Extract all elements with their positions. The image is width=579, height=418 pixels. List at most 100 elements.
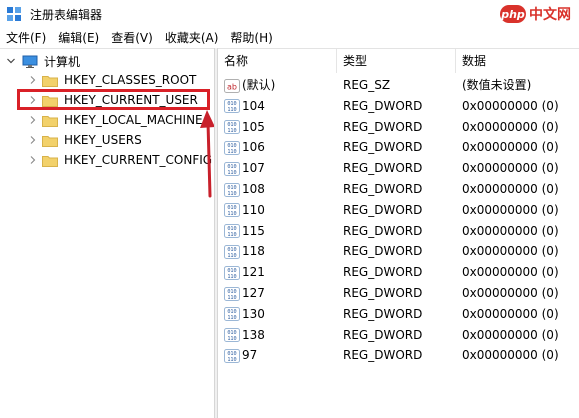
- value-row[interactable]: 010 110 115 REG_DWORD 0x00000000 (0): [218, 221, 579, 242]
- chevron-right-icon[interactable]: [28, 75, 38, 85]
- value-row[interactable]: 010 110 121 REG_DWORD 0x00000000 (0): [218, 262, 579, 283]
- value-row[interactable]: 010 110 118 REG_DWORD 0x00000000 (0): [218, 241, 579, 262]
- value-type: REG_SZ: [343, 78, 391, 92]
- value-type: REG_DWORD: [343, 286, 423, 300]
- value-type: REG_DWORD: [343, 161, 423, 176]
- folder-icon: [42, 75, 58, 87]
- value-name: 138: [242, 327, 265, 342]
- value-name: 105: [242, 119, 265, 134]
- menu-favorites[interactable]: 收藏夹(A): [159, 28, 225, 48]
- tree-key-hkcr[interactable]: HKEY_CLASSES_ROOT: [28, 70, 196, 90]
- computer-icon: [22, 55, 38, 68]
- value-name: 107: [242, 161, 265, 176]
- value-name: (默认): [242, 78, 276, 92]
- value-row[interactable]: 010 110 127 REG_DWORD 0x00000000 (0): [218, 283, 579, 304]
- binary-value-icon: 010110: [224, 307, 240, 322]
- value-name: 118: [242, 244, 265, 259]
- value-row[interactable]: 010 110 138 REG_DWORD 0x00000000 (0): [218, 325, 579, 346]
- menu-help[interactable]: 帮助(H): [224, 28, 278, 48]
- menu-bar: 文件(F) 编辑(E) 查看(V) 收藏夹(A) 帮助(H): [0, 28, 579, 48]
- tree-key-label: HKEY_LOCAL_MACHINE: [64, 113, 203, 127]
- value-name-cell: 010 110 138: [224, 325, 337, 346]
- value-name-cell: 010 110 107: [224, 158, 337, 179]
- value-data: 0x00000000 (0): [462, 265, 559, 280]
- value-type: REG_DWORD: [343, 348, 423, 363]
- binary-value-icon: 010110: [224, 244, 240, 259]
- binary-value-icon: 010110: [224, 120, 240, 135]
- value-name-cell: 010 110 118: [224, 241, 337, 262]
- watermark: php 中文网: [500, 4, 571, 24]
- value-data: 0x00000000 (0): [462, 306, 559, 321]
- watermark-text: 中文网: [529, 7, 571, 23]
- value-type: REG_DWORD: [343, 182, 423, 196]
- menu-edit[interactable]: 编辑(E): [52, 28, 105, 48]
- value-type: REG_DWORD: [343, 223, 423, 238]
- svg-text:110: 110: [227, 149, 236, 155]
- value-data: 0x00000000 (0): [462, 348, 559, 363]
- value-name-cell: 010 110 130: [224, 304, 337, 325]
- svg-text:110: 110: [227, 315, 236, 321]
- values-list-pane[interactable]: 名称 类型 数据 ab (默认) REG_SZ (数值未设置) 010 110 104 REG…: [218, 48, 579, 418]
- value-name: 106: [242, 140, 265, 155]
- column-header-name[interactable]: 名称: [218, 49, 337, 73]
- title-bar: 注册表编辑器 php 中文网: [0, 0, 579, 28]
- column-header-row: 名称 类型 数据: [218, 49, 579, 73]
- value-name-cell: 010 110 97: [224, 345, 337, 366]
- value-data: 0x00000000 (0): [462, 98, 559, 113]
- value-data: 0x00000000 (0): [462, 223, 559, 238]
- string-value-icon: ab: [224, 78, 240, 93]
- folder-icon: [42, 155, 58, 167]
- binary-value-icon: 010110: [224, 265, 240, 280]
- value-row[interactable]: 010 110 107 REG_DWORD 0x00000000 (0): [218, 158, 579, 179]
- menu-file[interactable]: 文件(F): [0, 28, 52, 48]
- value-name-cell: ab (默认): [224, 75, 337, 96]
- value-name-cell: 010 110 104: [224, 96, 337, 117]
- value-type: REG_DWORD: [343, 306, 423, 321]
- value-type: REG_DWORD: [343, 202, 423, 217]
- value-name-cell: 010 110 105: [224, 117, 337, 138]
- value-data: 0x00000000 (0): [462, 182, 559, 196]
- value-name: 127: [242, 286, 265, 300]
- binary-value-icon: 010110: [224, 224, 240, 239]
- svg-text:110: 110: [227, 295, 236, 301]
- column-header-data[interactable]: 数据: [456, 49, 579, 73]
- value-row[interactable]: 010 110 106 REG_DWORD 0x00000000 (0): [218, 137, 579, 158]
- svg-text:110: 110: [227, 170, 236, 176]
- menu-view[interactable]: 查看(V): [105, 28, 159, 48]
- chevron-right-icon[interactable]: [28, 155, 38, 165]
- tree-key-label: HKEY_CURRENT_CONFIG: [64, 153, 213, 167]
- highlight-box: [17, 89, 210, 110]
- svg-text:110: 110: [227, 211, 236, 217]
- value-name: 104: [242, 98, 265, 113]
- value-name: 121: [242, 265, 265, 280]
- tree-key-hku[interactable]: HKEY_USERS: [28, 130, 142, 150]
- folder-icon: [42, 135, 58, 147]
- value-row[interactable]: 010 110 110 REG_DWORD 0x00000000 (0): [218, 200, 579, 221]
- value-row[interactable]: 010 110 105 REG_DWORD 0x00000000 (0): [218, 117, 579, 138]
- value-name: 108: [242, 182, 265, 196]
- chevron-right-icon[interactable]: [28, 115, 38, 125]
- chevron-down-icon[interactable]: [6, 56, 16, 66]
- window-title: 注册表编辑器: [30, 8, 103, 22]
- binary-value-icon: 010110: [224, 182, 240, 197]
- tree-root-computer[interactable]: 计算机: [6, 51, 80, 71]
- value-data: (数值未设置): [462, 78, 532, 92]
- tree-key-hkcc[interactable]: HKEY_CURRENT_CONFIG: [28, 150, 212, 170]
- value-type: REG_DWORD: [343, 98, 423, 113]
- svg-text:110: 110: [227, 274, 236, 280]
- column-header-type[interactable]: 类型: [337, 49, 456, 73]
- value-name: 115: [242, 223, 265, 238]
- value-data: 0x00000000 (0): [462, 327, 559, 342]
- value-row[interactable]: 010 110 130 REG_DWORD 0x00000000 (0): [218, 304, 579, 325]
- value-row[interactable]: 010 110 108 REG_DWORD 0x00000000 (0): [218, 179, 579, 200]
- chevron-right-icon[interactable]: [28, 135, 38, 145]
- value-row[interactable]: 010 110 97 REG_DWORD 0x00000000 (0): [218, 345, 579, 366]
- value-data: 0x00000000 (0): [462, 140, 559, 155]
- value-row[interactable]: ab (默认) REG_SZ (数值未设置): [218, 75, 579, 96]
- svg-text:110: 110: [227, 191, 236, 197]
- svg-text:110: 110: [227, 107, 236, 113]
- value-type: REG_DWORD: [343, 244, 423, 259]
- value-row[interactable]: 010 110 104 REG_DWORD 0x00000000 (0): [218, 96, 579, 117]
- tree-key-hklm[interactable]: HKEY_LOCAL_MACHINE: [28, 110, 203, 130]
- value-type: REG_DWORD: [343, 119, 423, 134]
